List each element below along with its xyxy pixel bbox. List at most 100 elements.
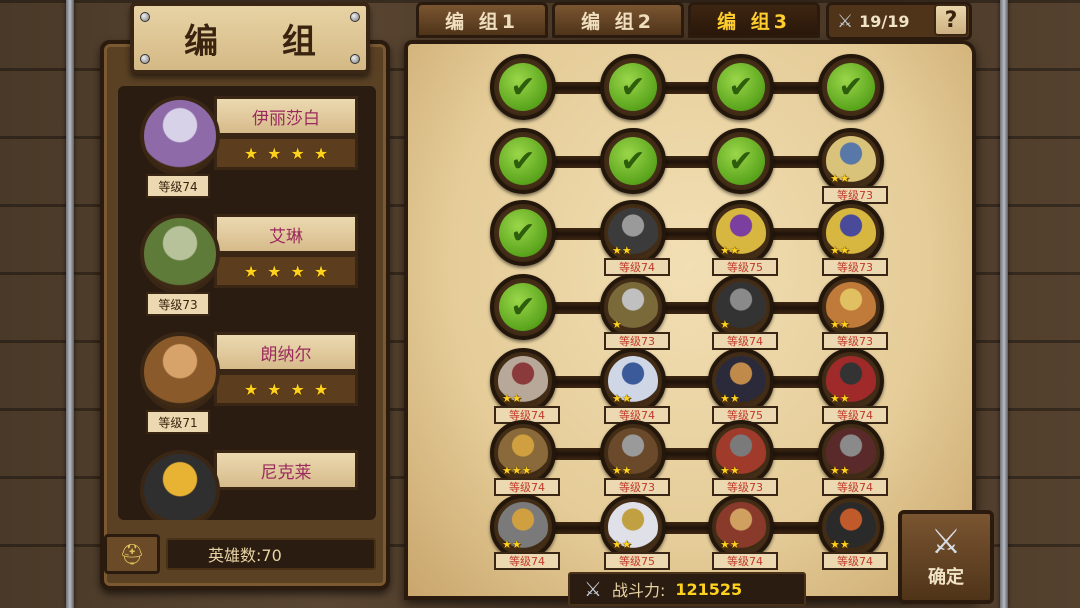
- hero-portrait: [140, 214, 220, 294]
- formation-slot-hero[interactable]: ★★ 等级73: [600, 420, 670, 496]
- hero-star-rating: ★★: [830, 538, 850, 551]
- star-icon: ★: [290, 379, 305, 399]
- star-icon: ★: [313, 261, 329, 281]
- hero-portrait: [140, 96, 220, 176]
- star-icon: ★: [720, 538, 730, 551]
- nail-icon: [140, 54, 150, 64]
- confirm-button[interactable]: ⚔ 确定: [898, 510, 994, 604]
- iron-frame-right: [1000, 0, 1008, 608]
- hero-portrait: [140, 450, 220, 520]
- tab-formation-3[interactable]: 编 组3: [688, 2, 820, 38]
- formation-row-connector: [520, 448, 848, 460]
- helmet-icon[interactable]: ⛑: [104, 534, 160, 574]
- title-board: 编 组: [130, 2, 370, 74]
- formation-slot-hero[interactable]: ★★ 等级75: [708, 348, 778, 424]
- formation-slot-hero[interactable]: ★★ 等级74: [708, 494, 778, 570]
- formation-slot-hero[interactable]: ★★ 等级74: [818, 494, 888, 570]
- star-icon: ★: [839, 464, 850, 477]
- hero-star-rating: ★ ★ ★ ★: [214, 254, 358, 288]
- hero-list-item[interactable]: 朗纳尔 ★ ★ ★ ★ 等级71: [118, 326, 376, 436]
- star-icon: ★: [511, 538, 522, 551]
- formation-slot-filled[interactable]: ✔: [490, 128, 556, 194]
- hero-star-rating: ★★: [612, 392, 632, 405]
- star-icon: ★: [729, 392, 740, 405]
- star-icon: ★: [313, 379, 329, 399]
- star-icon: ★: [502, 392, 512, 405]
- formation-slot-hero[interactable]: ★★ 等级73: [708, 420, 778, 496]
- hero-level: 等级71: [146, 410, 210, 434]
- combat-power-label: 战斗力:: [611, 581, 666, 600]
- hero-portrait: [140, 332, 220, 412]
- hero-level: 等级74: [822, 552, 888, 570]
- formation-slot-hero[interactable]: ★★ 等级73: [818, 128, 888, 204]
- hero-list-item[interactable]: 尼克莱: [118, 444, 376, 520]
- hero-star-rating: ★★: [612, 244, 632, 257]
- checkmark-icon: ✔: [499, 283, 547, 331]
- star-icon: ★: [290, 261, 305, 281]
- star-icon: ★: [290, 143, 305, 163]
- star-icon: ★: [243, 379, 259, 399]
- star-icon: ★: [612, 464, 622, 477]
- star-icon: ★: [621, 244, 632, 257]
- hero-star-rating: ★★: [830, 172, 850, 185]
- nail-icon: [140, 12, 150, 22]
- formation-slot-filled[interactable]: ✔: [600, 54, 666, 120]
- formation-slot-hero[interactable]: ★★ 等级74: [818, 420, 888, 496]
- hero-star-rating: ★ ★ ★ ★: [214, 136, 358, 170]
- star-icon: ★: [839, 318, 850, 331]
- formation-slot-hero[interactable]: ★ 等级73: [600, 274, 670, 350]
- hero-list[interactable]: 伊丽莎白 ★ ★ ★ ★ 等级74 艾琳 ★ ★ ★ ★ 等级73 朗纳尔 ★ ★ ★ ★ 等级71 尼克莱: [118, 86, 376, 520]
- formation-slot-hero[interactable]: ★★ 等级74: [490, 348, 560, 424]
- star-icon: ★: [313, 143, 329, 163]
- star-icon: ★: [621, 464, 632, 477]
- formation-slot-hero[interactable]: ★★ 等级74: [818, 348, 888, 424]
- help-button[interactable]: ?: [934, 4, 968, 36]
- formation-slot-filled[interactable]: ✔: [708, 128, 774, 194]
- hero-star-rating: ★: [720, 318, 730, 331]
- star-icon: ★: [830, 244, 840, 257]
- star-icon: ★: [502, 538, 512, 551]
- star-icon: ★: [502, 464, 512, 477]
- formation-slot-filled[interactable]: ✔: [490, 274, 556, 340]
- hero-star-rating: ★★: [830, 244, 850, 257]
- formation-slot-filled[interactable]: ✔: [708, 54, 774, 120]
- soldier-token-icon: ⚔: [837, 10, 854, 32]
- star-icon: ★: [621, 392, 632, 405]
- formation-slot-filled[interactable]: ✔: [490, 54, 556, 120]
- formation-slot-filled[interactable]: ✔: [818, 54, 884, 120]
- tab-formation-2[interactable]: 编 组2: [552, 2, 684, 38]
- hero-level: 等级75: [604, 552, 670, 570]
- star-icon: ★: [267, 261, 282, 281]
- formation-slot-hero[interactable]: ★★ 等级73: [818, 200, 888, 276]
- hero-level: 等级74: [494, 552, 560, 570]
- star-icon: ★: [839, 392, 850, 405]
- hero-list-item[interactable]: 艾琳 ★ ★ ★ ★ 等级73: [118, 208, 376, 318]
- star-icon: ★: [720, 464, 730, 477]
- hero-star-rating: ★★: [502, 392, 522, 405]
- formation-slot-hero[interactable]: ★ 等级74: [708, 274, 778, 350]
- checkmark-icon: ✔: [499, 137, 547, 185]
- hero-level: 等级74: [712, 552, 778, 570]
- formation-slot-filled[interactable]: ✔: [490, 200, 556, 266]
- formation-slot-hero[interactable]: ★★ 等级73: [818, 274, 888, 350]
- hero-list-item[interactable]: 伊丽莎白 ★ ★ ★ ★ 等级74: [118, 90, 376, 200]
- formation-slot-hero[interactable]: ★★★ 等级74: [490, 420, 560, 496]
- formation-row-connector: [520, 522, 848, 534]
- formation-slot-hero[interactable]: ★★ 等级75: [708, 200, 778, 276]
- star-icon: ★: [267, 143, 282, 163]
- tab-formation-1[interactable]: 编 组1: [416, 2, 548, 38]
- checkmark-icon: ✔: [717, 63, 765, 111]
- star-icon: ★: [729, 464, 740, 477]
- formation-slot-filled[interactable]: ✔: [600, 128, 666, 194]
- checkmark-icon: ✔: [499, 63, 547, 111]
- formation-slot-hero[interactable]: ★★ 等级75: [600, 494, 670, 570]
- star-icon: ★: [511, 392, 522, 405]
- formation-slot-hero[interactable]: ★★ 等级74: [600, 348, 670, 424]
- formation-slot-hero[interactable]: ★★ 等级74: [600, 200, 670, 276]
- hero-level: 等级74: [146, 174, 210, 198]
- star-icon: ★: [521, 464, 532, 477]
- checkmark-icon: ✔: [827, 63, 875, 111]
- hero-level: 等级73: [146, 292, 210, 316]
- combat-power-bar: ⚔ 战斗力: 121525: [568, 572, 806, 606]
- formation-slot-hero[interactable]: ★★ 等级74: [490, 494, 560, 570]
